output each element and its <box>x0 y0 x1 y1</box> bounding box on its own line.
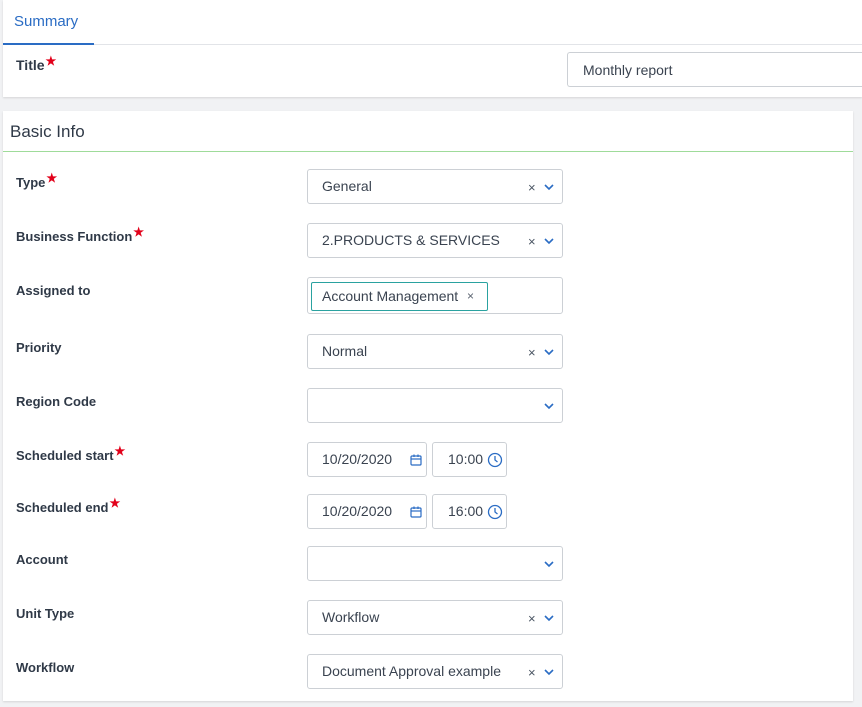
business-function-label-text: Business Function <box>16 229 133 244</box>
workflow-select[interactable]: Document Approval example × <box>307 654 563 689</box>
type-select[interactable]: General × <box>307 169 563 204</box>
scheduled-start-date[interactable]: 10/20/2020 <box>307 442 427 477</box>
tab-summary[interactable]: Summary <box>3 0 94 45</box>
assigned-to-multiselect[interactable]: Account Management × <box>307 277 563 314</box>
required-star-icon: ★ <box>45 54 57 68</box>
remove-tag-icon[interactable]: × <box>467 283 474 310</box>
chevron-down-icon[interactable] <box>544 668 554 676</box>
region-code-label: Region Code <box>16 394 97 409</box>
type-value: General <box>322 178 372 194</box>
priority-value: Normal <box>322 343 368 359</box>
clock-icon[interactable] <box>487 504 503 520</box>
assigned-tag: Account Management × <box>311 282 488 311</box>
business-function-select[interactable]: 2.PRODUCTS & SERVICES × <box>307 223 563 258</box>
title-input[interactable] <box>567 52 862 87</box>
scheduled-start-date-value: 10/20/2020 <box>322 451 393 467</box>
required-star-icon: ★ <box>133 225 145 239</box>
title-label: Title★ <box>16 54 57 73</box>
assigned-to-label: Assigned to <box>16 283 91 298</box>
scheduled-end-time[interactable]: 16:00 <box>432 494 507 529</box>
clear-icon[interactable]: × <box>528 224 536 259</box>
section-header: Basic Info <box>3 111 853 152</box>
scheduled-start-label: Scheduled start★ <box>16 444 125 463</box>
scheduled-start-time-value: 10:00 <box>448 451 484 467</box>
unit-type-select[interactable]: Workflow × <box>307 600 563 635</box>
basic-info-card: Basic Info Type★ General × Business Func… <box>3 111 853 701</box>
chevron-down-icon[interactable] <box>544 402 554 410</box>
clear-icon[interactable]: × <box>528 170 536 205</box>
section-title: Basic Info <box>10 122 85 141</box>
business-function-value: 2.PRODUCTS & SERVICES <box>322 232 500 248</box>
clear-icon[interactable]: × <box>528 335 536 370</box>
account-label: Account <box>16 552 68 567</box>
required-star-icon: ★ <box>109 496 121 510</box>
clear-icon[interactable]: × <box>528 655 536 690</box>
priority-select[interactable]: Normal × <box>307 334 563 369</box>
type-label-text: Type <box>16 175 46 190</box>
workflow-value: Document Approval example <box>322 663 501 679</box>
required-star-icon: ★ <box>46 171 58 185</box>
account-select[interactable] <box>307 546 563 581</box>
unit-type-value: Workflow <box>322 609 380 625</box>
chevron-down-icon[interactable] <box>544 237 554 245</box>
scheduled-end-label: Scheduled end★ <box>16 496 120 515</box>
scheduled-end-date-value: 10/20/2020 <box>322 503 393 519</box>
assigned-tag-label: Account Management <box>322 288 459 304</box>
tab-bar: Summary <box>3 0 862 45</box>
calendar-icon[interactable] <box>410 506 422 518</box>
unit-type-label: Unit Type <box>16 606 75 621</box>
workflow-label: Workflow <box>16 660 75 675</box>
summary-card: Summary Title★ <box>3 0 862 97</box>
scheduled-end-time-value: 16:00 <box>448 503 484 519</box>
title-label-text: Title <box>16 57 45 73</box>
type-label: Type★ <box>16 171 57 190</box>
chevron-down-icon[interactable] <box>544 348 554 356</box>
clock-icon[interactable] <box>487 452 503 468</box>
clear-icon[interactable]: × <box>528 601 536 636</box>
scheduled-end-label-text: Scheduled end <box>16 500 109 515</box>
chevron-down-icon[interactable] <box>544 183 554 191</box>
scheduled-start-time[interactable]: 10:00 <box>432 442 507 477</box>
scheduled-start-label-text: Scheduled start <box>16 448 114 463</box>
business-function-label: Business Function★ <box>16 225 144 244</box>
priority-label: Priority <box>16 340 62 355</box>
chevron-down-icon[interactable] <box>544 560 554 568</box>
scheduled-end-date[interactable]: 10/20/2020 <box>307 494 427 529</box>
region-code-select[interactable] <box>307 388 563 423</box>
chevron-down-icon[interactable] <box>544 614 554 622</box>
calendar-icon[interactable] <box>410 454 422 466</box>
required-star-icon: ★ <box>114 444 126 458</box>
